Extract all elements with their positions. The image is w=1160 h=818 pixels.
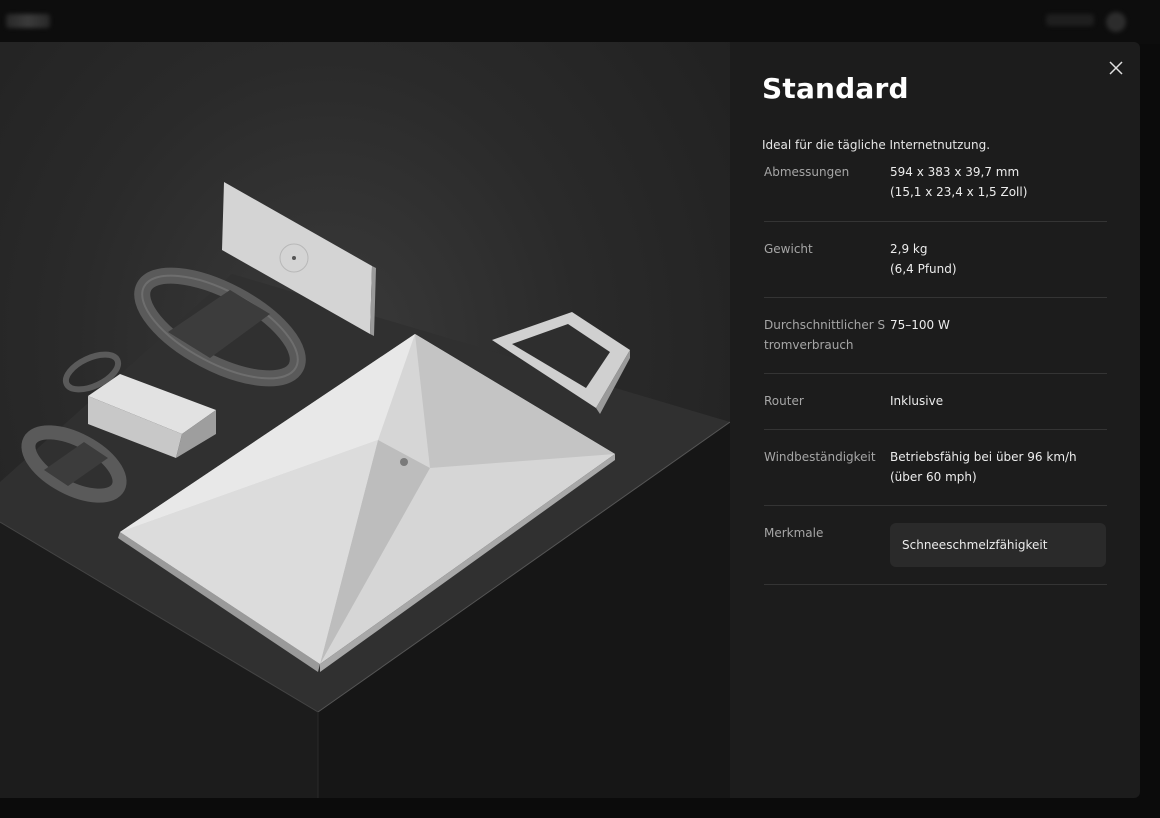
- spec-label: Merkmale: [764, 526, 824, 540]
- product-image: [0, 42, 730, 798]
- spec-label: Router: [764, 394, 804, 408]
- top-nav-link: [1046, 14, 1094, 26]
- account-icon: [1106, 12, 1126, 32]
- spec-value-line: Betriebsfähig bei über 96 km/h: [890, 450, 1077, 464]
- spec-row-weight: Gewicht 2,9 kg (6,4 Pfund): [764, 222, 1107, 298]
- spec-label: Windbeständigkeit: [764, 450, 876, 464]
- spec-row-power: Durchschnittlicher Stromverbrauch 75–100…: [764, 298, 1107, 374]
- spec-label: Durchschnittlicher Stromverbrauch: [764, 318, 886, 352]
- spec-label: Abmessungen: [764, 165, 850, 179]
- spec-value: 594 x 383 x 39,7 mm (15,1 x 23,4 x 1,5 Z…: [890, 162, 1107, 221]
- starlink-kit-illustration: [0, 182, 730, 798]
- spec-row-router: Router Inklusive: [764, 374, 1107, 430]
- spec-value: Schneeschmelzfähigkeit: [890, 523, 1107, 584]
- spec-value-line: Inklusive: [890, 394, 944, 408]
- spec-value-line: 75–100 W: [890, 318, 950, 332]
- modal-title: Standard: [762, 72, 909, 105]
- spec-value-line: (15,1 x 23,4 x 1,5 Zoll): [890, 185, 1028, 199]
- top-navigation-bar: [0, 0, 1160, 44]
- spec-value-line: 594 x 383 x 39,7 mm: [890, 165, 1020, 179]
- spec-row-dimensions: Abmessungen 594 x 383 x 39,7 mm (15,1 x …: [764, 160, 1107, 222]
- brand-logo: [6, 14, 50, 28]
- spec-value-line: (6,4 Pfund): [890, 262, 957, 276]
- spec-value-line: (über 60 mph): [890, 470, 977, 484]
- spec-value-line: 2,9 kg: [890, 242, 928, 256]
- spec-row-wind: Windbeständigkeit Betriebsfähig bei über…: [764, 430, 1107, 506]
- spec-label: Gewicht: [764, 242, 813, 256]
- product-kit-modal: Standard Ideal für die tägliche Internet…: [0, 42, 1140, 798]
- close-icon: [1109, 61, 1123, 75]
- close-button[interactable]: [1104, 56, 1128, 80]
- specs-panel: Standard Ideal für die tägliche Internet…: [730, 42, 1140, 798]
- spec-value: 75–100 W: [890, 315, 1107, 373]
- modal-subtitle: Ideal für die tägliche Internetnutzung.: [762, 138, 991, 152]
- feature-chip: Schneeschmelzfähigkeit: [890, 523, 1106, 567]
- spec-value: Inklusive: [890, 391, 1107, 429]
- specs-table: Abmessungen 594 x 383 x 39,7 mm (15,1 x …: [764, 160, 1107, 585]
- spec-value: Betriebsfähig bei über 96 km/h (über 60 …: [890, 447, 1107, 505]
- spec-row-features: Merkmale Schneeschmelzfähigkeit: [764, 506, 1107, 585]
- spec-value: 2,9 kg (6,4 Pfund): [890, 239, 1107, 297]
